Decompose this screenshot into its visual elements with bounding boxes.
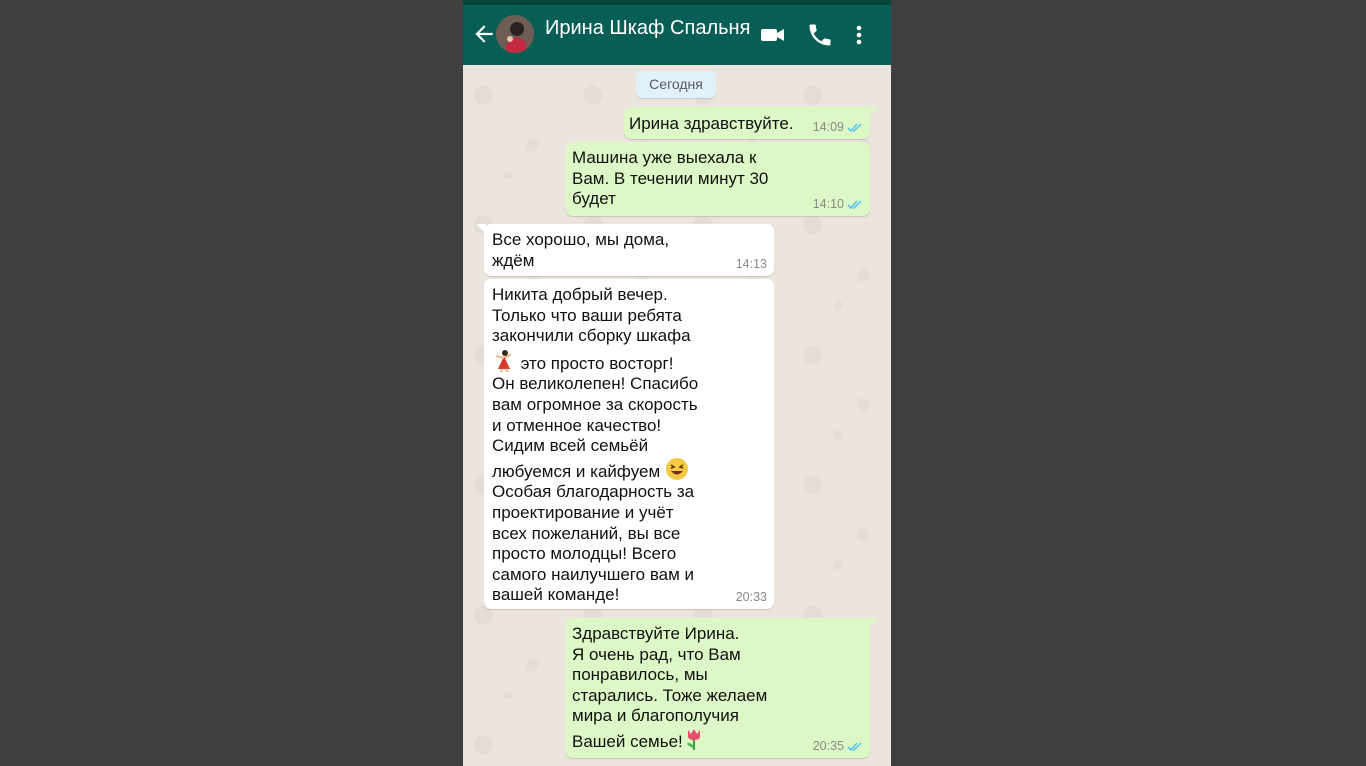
message-meta: 20:33 — [736, 590, 767, 604]
message-meta: 14:10 — [813, 197, 863, 211]
message-body: Здравствуйте Ирина. Я очень рад, что Вам… — [572, 624, 852, 753]
message-time: 14:10 — [812, 197, 844, 211]
double-check-icon — [847, 122, 862, 132]
laughing-emoji — [665, 457, 688, 480]
message-meta: 20:35 — [813, 739, 863, 753]
message-body: Никита добрый вечер. Только что ваши реб… — [492, 285, 762, 606]
video-camera-icon — [761, 29, 784, 41]
message-meta: 14:13 — [736, 257, 767, 271]
dancer-emoji — [495, 349, 512, 373]
contact-photo — [496, 15, 534, 53]
message-text: Никита добрый вечер. Только что ваши реб… — [492, 285, 691, 346]
video-call-button[interactable] — [759, 21, 787, 49]
tulip-emoji — [686, 728, 700, 750]
contact-avatar[interactable] — [496, 15, 534, 53]
message-text: Машина уже выехала к Вам. В течении мину… — [572, 148, 769, 209]
message-time: 14:09 — [812, 120, 844, 134]
message-outgoing[interactable]: Здравствуйте Ирина. Я очень рад, что Вам… — [566, 618, 878, 758]
arrow-left-icon — [475, 25, 493, 43]
message-text: Все хорошо, мы дома, ждём — [492, 230, 670, 270]
double-check-icon — [847, 741, 862, 751]
message-time: 20:33 — [735, 590, 767, 604]
message-text: Здравствуйте Ирина. Я очень рад, что Вам… — [572, 624, 768, 751]
double-check-icon — [847, 199, 862, 209]
chat-window: Ирина Шкаф Спальня Сегодня Ирина здравст… — [463, 0, 891, 766]
voice-call-button[interactable] — [806, 21, 834, 49]
message-outgoing[interactable]: Машина уже выехала к Вам. В течении мину… — [566, 142, 870, 216]
message-outgoing[interactable]: Ирина здравствуйте. 14:09 — [624, 107, 878, 139]
contact-name[interactable]: Ирина Шкаф Спальня — [545, 17, 750, 40]
message-time: 14:13 — [735, 257, 767, 271]
more-vertical-icon — [856, 25, 862, 45]
message-meta: 14:09 — [813, 120, 863, 134]
message-incoming[interactable]: Никита добрый вечер. Только что ваши реб… — [484, 279, 774, 609]
date-separator: Сегодня — [636, 71, 716, 98]
message-text: Ирина здравствуйте. — [629, 114, 794, 133]
message-line-with-emoji: это просто восторг! Он великолепен! Спас… — [492, 349, 762, 483]
more-options-button[interactable] — [849, 21, 869, 49]
chat-header: Ирина Шкаф Спальня — [463, 5, 891, 65]
message-text: Особая благодарность за проектирование и… — [492, 482, 695, 605]
message-incoming[interactable]: Все хорошо, мы дома, ждём 14:13 — [476, 224, 774, 276]
phone-icon — [809, 24, 831, 46]
message-list[interactable]: Сегодня Ирина здравствуйте. 14:09 Машина… — [463, 65, 891, 766]
back-button[interactable] — [471, 21, 497, 47]
message-time: 20:35 — [812, 739, 844, 753]
